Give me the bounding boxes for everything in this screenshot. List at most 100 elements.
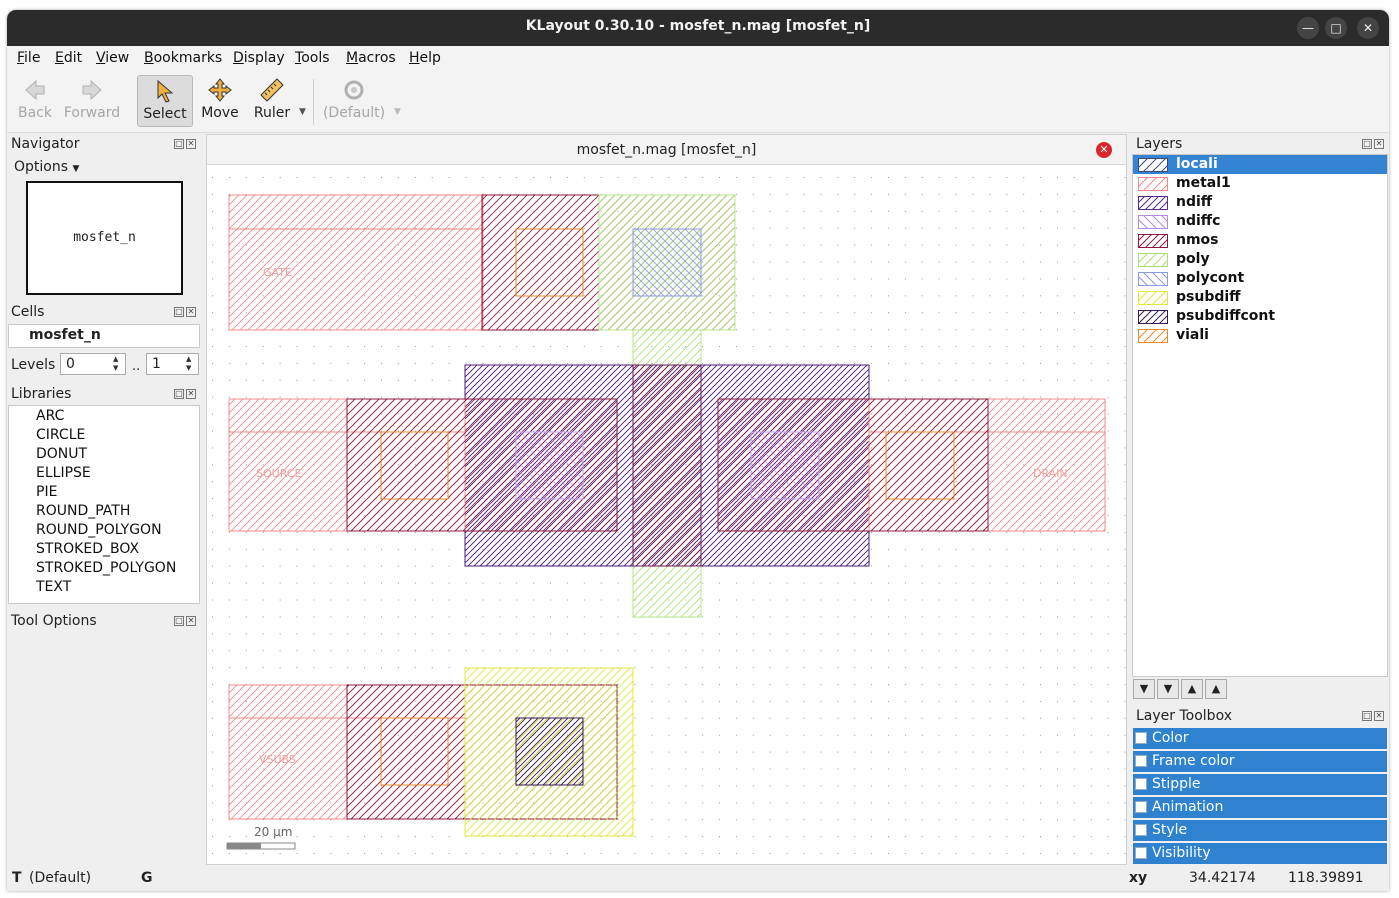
library-item[interactable]: DONUT xyxy=(36,446,87,462)
level-from-spinbox[interactable]: 0 ▲ ▼ xyxy=(60,353,126,375)
library-item[interactable]: TEXT xyxy=(36,579,71,595)
navigator-title: Navigator xyxy=(11,136,80,152)
library-item[interactable]: STROKED_POLYGON xyxy=(36,560,176,576)
library-item[interactable]: ROUND_PATH xyxy=(36,503,130,519)
tool-options-dock-buttons[interactable]: □ ✕ xyxy=(172,616,198,628)
default-mode-button[interactable]: (Default) xyxy=(321,75,387,127)
layer-row-psubdiffcont[interactable]: psubdiffcont xyxy=(1133,307,1387,326)
menu-bar: File Edit View Bookmarks Display Tools M… xyxy=(7,46,1389,71)
layer-row-viali[interactable]: viali xyxy=(1133,326,1387,345)
move-down-icon[interactable]: ▼ xyxy=(1157,679,1179,699)
move-to-top-icon[interactable]: ▲ xyxy=(1205,679,1227,699)
library-item[interactable]: PIE xyxy=(36,484,57,500)
close-tab-icon[interactable]: ✕ xyxy=(1096,142,1112,158)
menu-macros[interactable]: Macros xyxy=(346,50,396,66)
navigator-options[interactable]: Options ▼ xyxy=(14,159,79,175)
toolbox-stipple[interactable]: Stipple xyxy=(1133,774,1387,795)
level-to-spinbox[interactable]: 1 ▲ ▼ xyxy=(146,353,199,375)
layer-row-locali[interactable]: locali xyxy=(1133,155,1387,174)
checkbox[interactable] xyxy=(1135,755,1147,767)
navigator-dock-buttons[interactable]: □ ✕ xyxy=(172,139,198,151)
minimize-button[interactable]: — xyxy=(1297,17,1319,39)
select-tool-button[interactable]: Select xyxy=(137,75,193,127)
move-up-icon[interactable]: ▲ xyxy=(1181,679,1203,699)
menu-bookmarks[interactable]: Bookmarks xyxy=(144,50,222,66)
layer-row-psubdiff[interactable]: psubdiff xyxy=(1133,288,1387,307)
layout-view: mosfet_n.mag [mosfet_n] ✕ GATE SOURCE DR… xyxy=(206,134,1127,865)
forward-button[interactable]: Forward xyxy=(62,75,122,127)
layer-list: locali metal1 ndiff ndiffc nmos poly pol… xyxy=(1132,154,1388,677)
toolbox-color[interactable]: Color xyxy=(1133,728,1387,749)
layer-row-polycont[interactable]: polycont xyxy=(1133,269,1387,288)
menu-view[interactable]: View xyxy=(96,50,129,66)
cells-dock-buttons[interactable]: □ ✕ xyxy=(172,307,198,319)
layer-toolbox-dock-buttons[interactable]: □ ✕ xyxy=(1360,711,1386,723)
spin-arrows-icon[interactable]: ▲ ▼ xyxy=(113,355,123,373)
menu-file[interactable]: File xyxy=(17,50,40,66)
move-label: Move xyxy=(201,105,239,121)
toolbox-visibility[interactable]: Visibility xyxy=(1133,843,1387,864)
close-button[interactable]: ✕ xyxy=(1357,17,1379,39)
default-label: (Default) xyxy=(322,105,386,121)
cell-tree: mosfet_n xyxy=(8,324,200,348)
navigator-preview[interactable]: mosfet_n xyxy=(26,181,183,295)
move-tool-button[interactable]: Move xyxy=(197,75,243,127)
menu-display[interactable]: Display xyxy=(233,50,285,66)
toolbox-frame-color[interactable]: Frame color xyxy=(1133,751,1387,772)
layer-row-ndiff[interactable]: ndiff xyxy=(1133,193,1387,212)
toolbox-animation[interactable]: Animation xyxy=(1133,797,1387,818)
layout-tab-title: mosfet_n.mag [mosfet_n] xyxy=(576,142,757,158)
library-item[interactable]: ROUND_POLYGON xyxy=(36,522,162,538)
library-item[interactable]: STROKED_BOX xyxy=(36,541,139,557)
layer-swatch xyxy=(1138,177,1168,191)
title-bar: KLayout 0.30.10 - mosfet_n.mag [mosfet_n… xyxy=(7,10,1389,46)
status-bar: T (Default) G xy 34.42174 118.39891 xyxy=(7,867,1389,891)
menu-help[interactable]: Help xyxy=(409,50,441,66)
ruler-dropdown-icon[interactable]: ▼ xyxy=(299,107,306,117)
default-dropdown-icon[interactable]: ▼ xyxy=(394,107,401,117)
vsubs-label: VSUBS xyxy=(259,753,296,766)
library-list: ARC CIRCLE DONUT ELLIPSE PIE ROUND_PATH … xyxy=(8,405,200,604)
checkbox[interactable] xyxy=(1135,847,1147,859)
back-label: Back xyxy=(18,105,52,121)
gate-shapes: GATE xyxy=(228,194,736,331)
nmos-shape xyxy=(632,364,702,567)
scale-bar-fill xyxy=(227,843,261,849)
layer-row-poly[interactable]: poly xyxy=(1133,250,1387,269)
status-y-coordinate: 118.39891 xyxy=(1288,870,1364,886)
arrow-right-icon xyxy=(82,79,102,101)
layout-tab[interactable]: mosfet_n.mag [mosfet_n] ✕ xyxy=(207,135,1126,165)
checkbox[interactable] xyxy=(1135,824,1147,836)
chevron-down-icon: ▼ xyxy=(72,164,80,174)
gear-icon xyxy=(344,80,364,100)
library-item[interactable]: ELLIPSE xyxy=(36,465,91,481)
cell-item-mosfet-n[interactable]: mosfet_n xyxy=(29,327,101,343)
toolbar: Back Forward Select Move Ruler ▼ (Defaul… xyxy=(7,71,1389,133)
back-button[interactable]: Back xyxy=(12,75,58,127)
move-arrows-icon xyxy=(208,78,232,102)
menu-tools[interactable]: Tools xyxy=(295,50,330,66)
pointer-icon xyxy=(157,79,174,103)
spin-arrows-icon[interactable]: ▲ ▼ xyxy=(186,355,196,373)
toolbox-style[interactable]: Style xyxy=(1133,820,1387,841)
checkbox[interactable] xyxy=(1135,732,1147,744)
libraries-title: Libraries xyxy=(11,386,72,402)
layer-row-ndiffc[interactable]: ndiffc xyxy=(1133,212,1387,231)
layer-row-metal1[interactable]: metal1 xyxy=(1133,174,1387,193)
libraries-dock-buttons[interactable]: □ ✕ xyxy=(172,389,198,401)
menu-edit[interactable]: Edit xyxy=(55,50,82,66)
source-label: SOURCE xyxy=(256,467,301,480)
level-separator: .. xyxy=(132,359,141,374)
library-item[interactable]: CIRCLE xyxy=(36,427,85,443)
layers-dock-buttons[interactable]: □ ✕ xyxy=(1360,139,1386,151)
move-to-bottom-icon[interactable]: ▼ xyxy=(1133,679,1155,699)
ruler-tool-button[interactable]: Ruler xyxy=(247,75,297,127)
maximize-button[interactable]: □ xyxy=(1325,17,1347,39)
layer-swatch xyxy=(1138,253,1168,267)
library-item[interactable]: ARC xyxy=(36,408,64,424)
checkbox[interactable] xyxy=(1135,801,1147,813)
layout-canvas[interactable]: GATE SOURCE DRAIN VSUBS 20 µm xyxy=(207,165,1126,864)
layer-row-nmos[interactable]: nmos xyxy=(1133,231,1387,250)
checkbox[interactable] xyxy=(1135,778,1147,790)
layer-swatch xyxy=(1138,215,1168,229)
